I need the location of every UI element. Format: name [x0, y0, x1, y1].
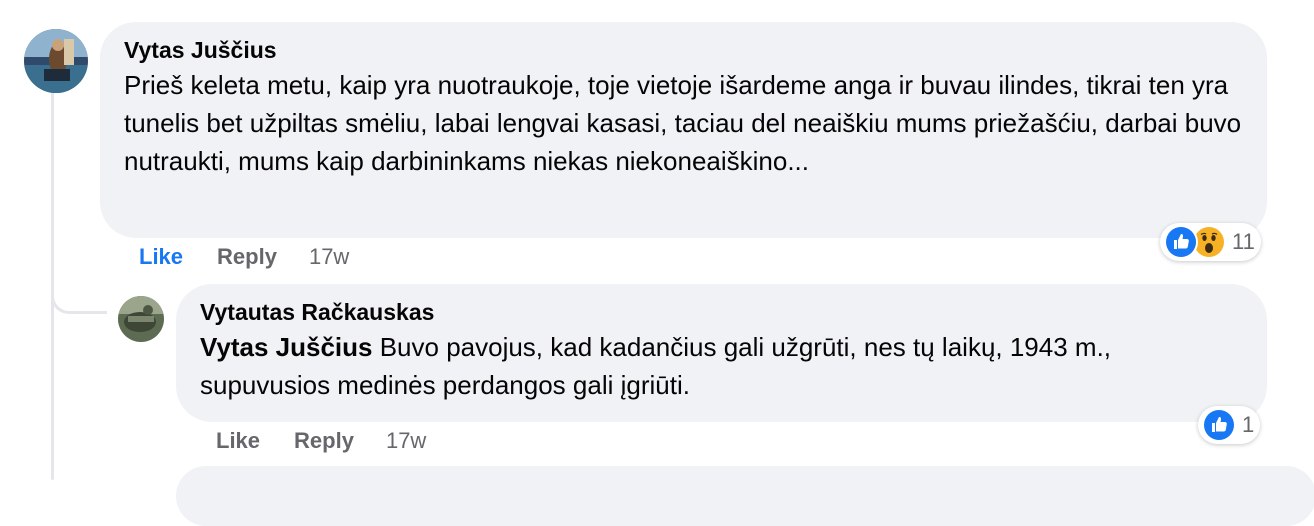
avatar[interactable] [118, 296, 164, 342]
reply-timestamp[interactable]: 17w [386, 427, 426, 455]
mention-link[interactable]: Vytas Juščius [200, 332, 372, 362]
reply-button[interactable]: Reply [294, 427, 354, 455]
comment-text: Prieš keleta metu, kaip yra nuotraukoje,… [124, 70, 1242, 176]
comment-author[interactable]: Vytas Juščius [124, 36, 1243, 64]
like-button[interactable]: Like [139, 243, 183, 271]
reaction-count: 11 [1232, 229, 1255, 254]
reply-author[interactable]: Vytautas Račkauskas [200, 298, 1243, 326]
comment-bubble: Vytas Juščius Prieš keleta metu, kaip yr… [100, 22, 1267, 238]
reactions-summary[interactable]: 1 [1198, 406, 1261, 444]
avatar[interactable] [24, 29, 88, 93]
like-icon [1202, 408, 1236, 442]
next-comment-bubble [176, 466, 1314, 526]
thread-connector [51, 268, 107, 314]
reactions-summary[interactable]: 11 [1160, 223, 1261, 261]
reply-bubble: Vytautas Račkauskas Vytas Juščius Buvo p… [176, 284, 1267, 422]
comment-actions: Like Reply 17w [139, 243, 349, 271]
like-button[interactable]: Like [216, 427, 260, 455]
comment-timestamp[interactable]: 17w [309, 243, 349, 271]
reaction-count: 1 [1242, 412, 1255, 437]
reply-actions: Like Reply 17w [216, 427, 426, 455]
reply-button[interactable]: Reply [217, 243, 277, 271]
reply-text: Vytas Juščius Buvo pavojus, kad kadančiu… [200, 328, 1243, 404]
like-icon [1164, 225, 1198, 259]
